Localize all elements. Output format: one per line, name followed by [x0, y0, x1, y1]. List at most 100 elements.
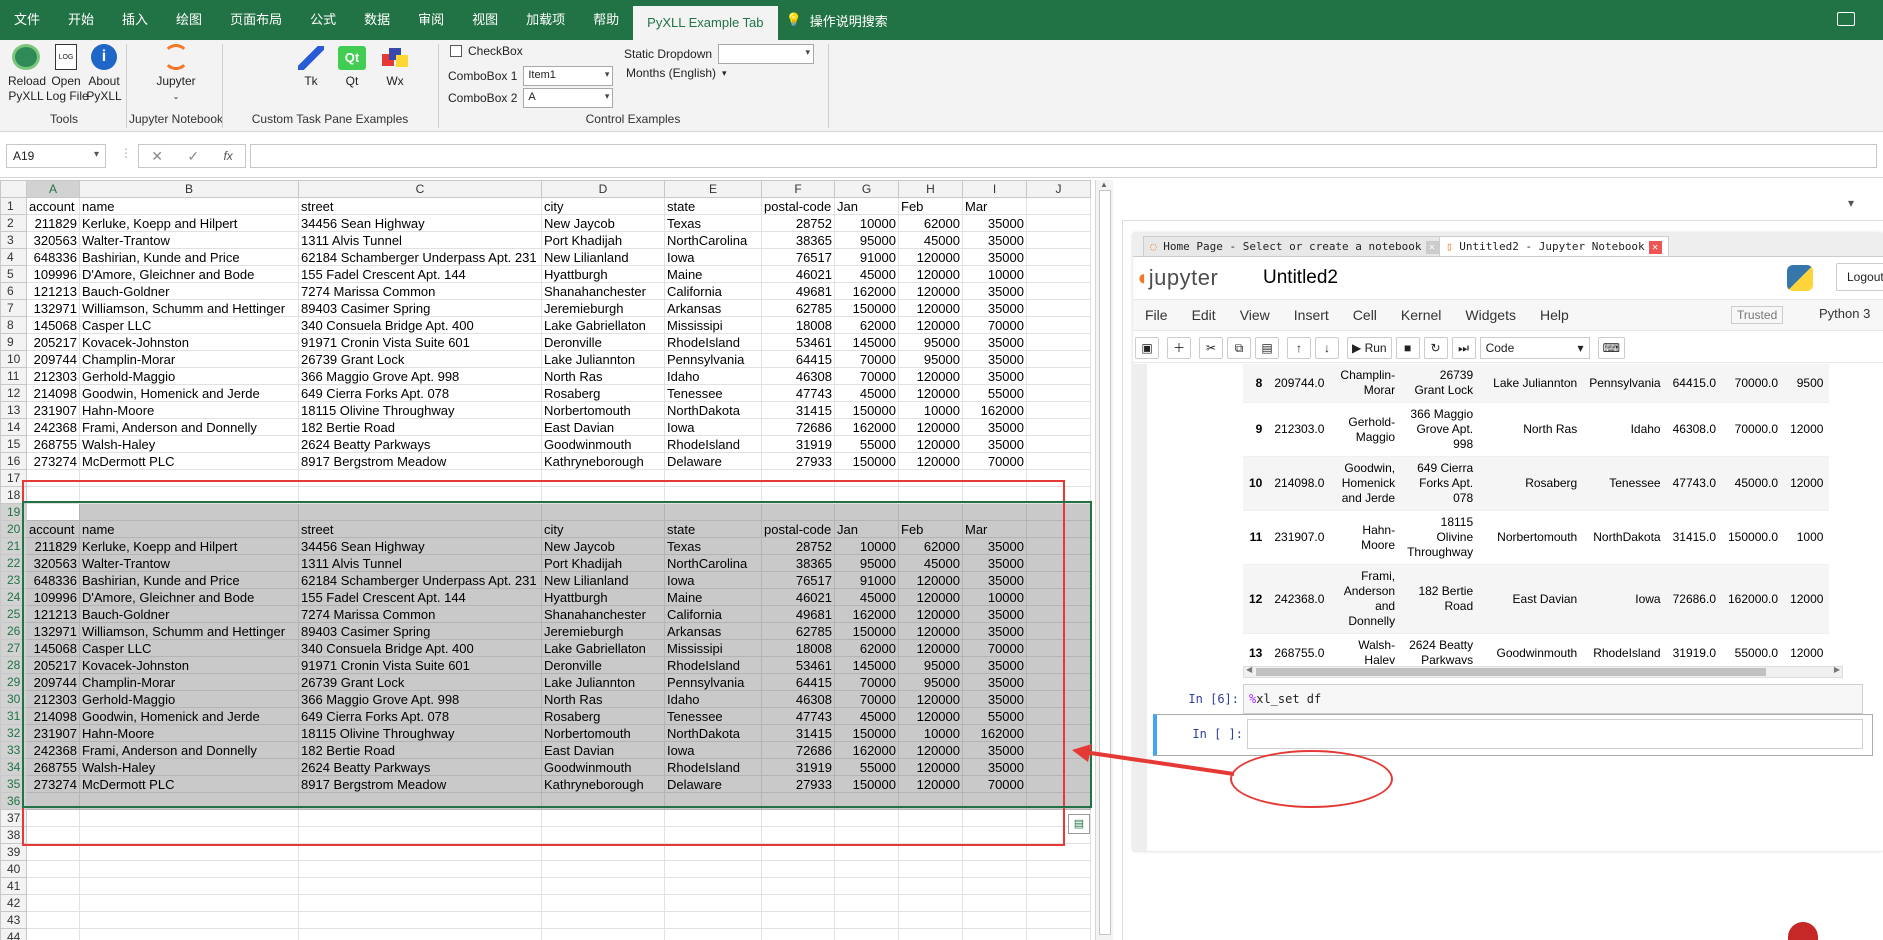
- checkbox-control[interactable]: CheckBox: [450, 44, 523, 58]
- tk-button[interactable]: Tk: [298, 46, 324, 89]
- grid-cell[interactable]: Lake Juliannton: [541, 350, 665, 368]
- cancel-icon[interactable]: ✕: [151, 148, 163, 165]
- code-cell-empty[interactable]: In [ ]:: [1153, 714, 1873, 756]
- grid-cell[interactable]: 120000: [898, 299, 963, 317]
- column-header[interactable]: I: [962, 180, 1027, 198]
- grid-cell[interactable]: Jeremieburgh: [541, 299, 665, 317]
- header-cell[interactable]: city: [541, 197, 665, 215]
- jupyter-menu-item[interactable]: View: [1228, 307, 1282, 323]
- jupyter-button[interactable]: Jupyter ⌄: [154, 44, 198, 104]
- save-icon[interactable]: ▣: [1135, 336, 1159, 359]
- grid-cell[interactable]: 53461: [761, 333, 835, 351]
- menu-tab[interactable]: 帮助: [579, 0, 633, 40]
- browser-tab-notebook[interactable]: ▯ Untitled2 - Jupyter Notebook ✕: [1439, 236, 1669, 256]
- header-cell[interactable]: Mar: [962, 197, 1027, 215]
- select-all-corner[interactable]: [0, 180, 27, 198]
- grid-cell[interactable]: 70000: [962, 316, 1027, 334]
- jupyter-menu-item[interactable]: Cell: [1341, 307, 1389, 323]
- scrollbar-thumb[interactable]: [1256, 668, 1766, 676]
- grid-cell[interactable]: 648336: [26, 248, 80, 266]
- jupyter-menu-item[interactable]: File: [1133, 307, 1180, 323]
- grid-cell[interactable]: RhodeIsland: [664, 333, 762, 351]
- grid-cell[interactable]: 64415: [761, 350, 835, 368]
- grid-cell[interactable]: 132971: [26, 299, 80, 317]
- grid-cell[interactable]: [26, 860, 80, 878]
- grid-cell[interactable]: 45000: [898, 231, 963, 249]
- column-header[interactable]: A: [26, 180, 80, 198]
- jupyter-menu-item[interactable]: Kernel: [1389, 307, 1453, 323]
- grid-cell[interactable]: Iowa: [664, 248, 762, 266]
- grid-cell[interactable]: 212303: [26, 367, 80, 385]
- grid-cell[interactable]: 55000: [834, 435, 899, 453]
- grid-cell[interactable]: [962, 911, 1027, 929]
- grid-cell[interactable]: [1026, 214, 1091, 232]
- grid-cell[interactable]: 31415: [761, 401, 835, 419]
- paste-icon[interactable]: ▤: [1255, 336, 1279, 359]
- grid-cell[interactable]: 47743: [761, 384, 835, 402]
- grid-cell[interactable]: [1026, 367, 1091, 385]
- grid-cell[interactable]: NorthDakota: [664, 401, 762, 419]
- grid-cell[interactable]: [761, 877, 835, 895]
- grid-cell[interactable]: 46021: [761, 265, 835, 283]
- grid-cell[interactable]: 109996: [26, 265, 80, 283]
- grid-cell[interactable]: Iowa: [664, 418, 762, 436]
- grid-cell[interactable]: 35000: [962, 282, 1027, 300]
- row-header[interactable]: 4: [0, 248, 27, 266]
- grid-cell[interactable]: 28752: [761, 214, 835, 232]
- grid-cell[interactable]: 38365: [761, 231, 835, 249]
- grid-cell[interactable]: [79, 860, 299, 878]
- grid-cell[interactable]: Deronville: [541, 333, 665, 351]
- header-cell[interactable]: street: [298, 197, 542, 215]
- row-header[interactable]: 15: [0, 435, 27, 453]
- grid-cell[interactable]: 35000: [962, 333, 1027, 351]
- grid-cell[interactable]: 72686: [761, 418, 835, 436]
- grid-cell[interactable]: 214098: [26, 384, 80, 402]
- grid-cell[interactable]: East Davian: [541, 418, 665, 436]
- grid-cell[interactable]: [298, 911, 542, 929]
- checkbox[interactable]: [450, 45, 462, 57]
- grid-cell[interactable]: 95000: [898, 333, 963, 351]
- output-horizontal-scrollbar[interactable]: ◀ ▶: [1243, 665, 1843, 678]
- wx-button[interactable]: Wx: [380, 46, 410, 89]
- grid-cell[interactable]: 2624 Beatty Parkways: [298, 435, 542, 453]
- grid-cell[interactable]: [898, 928, 963, 940]
- tab-pyxll-example[interactable]: PyXLL Example Tab: [633, 6, 778, 40]
- grid-cell[interactable]: Hahn-Moore: [79, 401, 299, 419]
- notebook-name[interactable]: Untitled2: [1263, 267, 1338, 289]
- menu-tab[interactable]: 绘图: [162, 0, 216, 40]
- grid-cell[interactable]: 366 Maggio Grove Apt. 998: [298, 367, 542, 385]
- menu-tab[interactable]: 加载项: [512, 0, 579, 40]
- grid-cell[interactable]: 34456 Sean Highway: [298, 214, 542, 232]
- grid-cell[interactable]: [79, 894, 299, 912]
- grid-cell[interactable]: Kathryneborough: [541, 452, 665, 470]
- about-pyxll-button[interactable]: i About PyXLL: [86, 44, 122, 104]
- grid-cell[interactable]: 95000: [898, 350, 963, 368]
- scroll-up-icon[interactable]: ▲: [1100, 180, 1108, 189]
- row-header[interactable]: 9: [0, 333, 27, 351]
- grid-cell[interactable]: 340 Consuela Bridge Apt. 400: [298, 316, 542, 334]
- grid-cell[interactable]: [1026, 333, 1091, 351]
- menu-tab[interactable]: 数据: [350, 0, 404, 40]
- grid-cell[interactable]: 55000: [962, 384, 1027, 402]
- grid-cell[interactable]: 182 Bertie Road: [298, 418, 542, 436]
- months-dropdown[interactable]: Months (English) ▾: [626, 66, 727, 80]
- grid-cell[interactable]: 320563: [26, 231, 80, 249]
- grid-cell[interactable]: 1311 Alvis Tunnel: [298, 231, 542, 249]
- column-header[interactable]: C: [298, 180, 542, 198]
- grid-cell[interactable]: [26, 911, 80, 929]
- grid-cell[interactable]: 91971 Cronin Vista Suite 601: [298, 333, 542, 351]
- grid-cell[interactable]: California: [664, 282, 762, 300]
- scroll-left-icon[interactable]: ◀: [1246, 665, 1252, 674]
- row-header[interactable]: 7: [0, 299, 27, 317]
- grid-cell[interactable]: 649 Cierra Forks Apt. 078: [298, 384, 542, 402]
- combobox1[interactable]: Item1: [523, 66, 614, 86]
- grid-cell[interactable]: [1026, 452, 1091, 470]
- keyboard-icon[interactable]: ⌨: [1597, 336, 1625, 359]
- grid-cell[interactable]: [1026, 197, 1091, 215]
- grid-cell[interactable]: Mississipi: [664, 316, 762, 334]
- grid-cell[interactable]: [1026, 350, 1091, 368]
- row-header[interactable]: 11: [0, 367, 27, 385]
- grid-cell[interactable]: Arkansas: [664, 299, 762, 317]
- menu-tab[interactable]: 开始: [54, 0, 108, 40]
- grid-cell[interactable]: 120000: [898, 282, 963, 300]
